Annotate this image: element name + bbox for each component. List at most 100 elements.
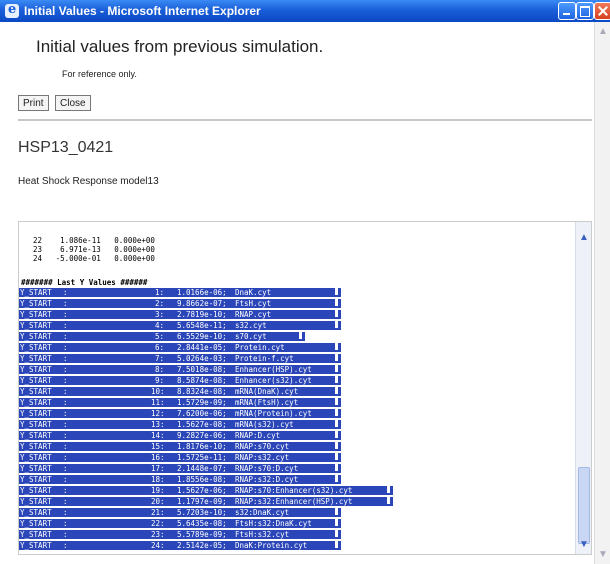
row-start: Y_START <box>20 310 52 319</box>
value-row[interactable]: Y_START: 11: 1.5729e-09; mRNA(FtsH).cyt <box>19 398 341 407</box>
panel-scrollbar[interactable]: ▲ ▼ <box>575 222 591 554</box>
row-start: Y_START <box>20 420 52 429</box>
row-val: 1.5627e-08; <box>177 420 227 429</box>
row-colon: : <box>63 332 68 341</box>
close-button[interactable]: Close <box>55 95 91 111</box>
row-name: RNAP:s70:Enhancer(s32).cyt <box>235 486 353 495</box>
internet-explorer-icon <box>5 2 19 18</box>
row-val: 7.5018e-08; <box>177 365 227 374</box>
row-end-marker <box>335 519 338 526</box>
row-start: Y_START <box>20 453 52 462</box>
value-row[interactable]: Y_START: 6: 2.8441e-05; Protein.cyt <box>19 343 341 352</box>
row-end-marker <box>335 508 338 515</box>
value-row[interactable]: Y_START: 4: 5.6548e-11; s32.cyt <box>19 321 341 330</box>
scroll-up-icon[interactable]: ▲ <box>598 26 608 37</box>
row-colon: : <box>63 365 68 374</box>
value-row[interactable]: Y_START: 19: 1.5627e-06; RNAP:s70:Enhancer(… <box>19 486 393 495</box>
row-name: RNAP:s32.cyt <box>235 453 290 462</box>
row-end-marker <box>335 409 338 416</box>
print-button[interactable]: Print <box>18 95 49 111</box>
row-val: 1.5627e-06; <box>177 486 227 495</box>
row-start: Y_START <box>20 541 52 550</box>
row-colon: : <box>63 475 68 484</box>
row-colon: : <box>63 398 68 407</box>
row-colon: : <box>63 299 68 308</box>
row-colon: : <box>63 321 68 330</box>
last-y-values-header: ####### Last Y Values ###### <box>21 278 148 287</box>
value-row[interactable]: Y_START: 1: 1.0166e-06; DnaK.cyt <box>19 288 341 297</box>
row-start: Y_START <box>20 486 52 495</box>
value-row[interactable]: Y_START: 24: 2.5142e-05; DnaK:Protein.cyt <box>19 541 341 550</box>
row-name: Protein-f.cyt <box>235 354 294 363</box>
row-idx: 9: <box>155 376 165 385</box>
row-name: RNAP:s32:Enhancer(HSP).cyt <box>235 497 353 506</box>
row-name: FtsH.cyt <box>235 299 272 308</box>
scroll-down-icon[interactable]: ▼ <box>598 549 608 560</box>
row-val: 1.5729e-09; <box>177 398 227 407</box>
row-val: 2.1448e-07; <box>177 464 227 473</box>
row-colon: : <box>63 453 68 462</box>
row-idx: 5: <box>155 332 165 341</box>
row-colon: : <box>63 409 68 418</box>
row-idx: 20: <box>151 497 165 506</box>
row-colon: : <box>63 541 68 550</box>
value-row[interactable]: Y_START: 9: 8.5874e-08; Enhancer(s32).cyt <box>19 376 341 385</box>
value-row[interactable]: Y_START: 7: 5.0264e-03; Protein-f.cyt <box>19 354 341 363</box>
row-val: 2.7819e-10; <box>177 310 227 319</box>
row-start: Y_START <box>20 354 52 363</box>
row-idx: 2: <box>155 299 165 308</box>
value-row[interactable]: Y_START: 14: 9.2827e-06; RNAP:D.cyt <box>19 431 341 440</box>
row-start: Y_START <box>20 332 52 341</box>
row-name: s70.cyt <box>235 332 267 341</box>
value-row[interactable]: Y_START: 8: 7.5018e-08; Enhancer(HSP).cyt <box>19 365 341 374</box>
row-idx: 23: <box>151 530 165 539</box>
value-row[interactable]: Y_START: 12: 7.6200e-06; mRNA(Protein).cyt <box>19 409 341 418</box>
row-end-marker <box>335 310 338 317</box>
reference-note: For reference only. <box>62 69 137 79</box>
value-row[interactable]: Y_START: 22: 5.6435e-08; FtsH:s32:DnaK.cyt <box>19 519 341 528</box>
row-start: Y_START <box>20 288 52 297</box>
row-end-marker <box>335 354 338 361</box>
row-idx: 19: <box>151 486 165 495</box>
page-scrollbar[interactable]: ▲ ▼ <box>594 22 610 564</box>
row-idx: 12: <box>151 409 165 418</box>
row-end-marker <box>335 376 338 383</box>
value-row[interactable]: Y_START: 10: 8.8324e-08; mRNA(DnaK).cyt <box>19 387 341 396</box>
scrollbar-thumb[interactable] <box>578 467 590 544</box>
scroll-down-icon[interactable]: ▼ <box>579 539 589 550</box>
row-colon: : <box>63 431 68 440</box>
row-idx: 18: <box>151 475 165 484</box>
prev-value-row: 23 6.971e-13 0.000e+00 <box>33 245 155 254</box>
row-idx: 17: <box>151 464 165 473</box>
minimize-button[interactable] <box>558 2 576 20</box>
row-start: Y_START <box>20 431 52 440</box>
values-panel[interactable]: 22 1.086e-11 0.000e+00 23 6.971e-13 0.00… <box>18 221 592 555</box>
scroll-up-icon[interactable]: ▲ <box>579 232 589 243</box>
row-name: s32.cyt <box>235 321 267 330</box>
value-row[interactable]: Y_START: 3: 2.7819e-10; RNAP.cyt <box>19 310 341 319</box>
value-row[interactable]: Y_START: 18: 1.8556e-08; RNAP:s32:D.cyt <box>19 475 341 484</box>
value-row[interactable]: Y_START: 15: 1.8176e-10; RNAP:s70.cyt <box>19 442 341 451</box>
value-row[interactable]: Y_START: 13: 1.5627e-08; mRNA(s32).cyt <box>19 420 341 429</box>
row-val: 8.5874e-08; <box>177 376 227 385</box>
value-row[interactable]: Y_START: 16: 1.5725e-11; RNAP:s32.cyt <box>19 453 341 462</box>
value-row[interactable]: Y_START: 21: 5.7203e-10; s32:DnaK.cyt <box>19 508 341 517</box>
row-colon: : <box>63 354 68 363</box>
browser-window: Initial Values - Microsoft Internet Expl… <box>0 0 610 564</box>
row-colon: : <box>63 486 68 495</box>
row-colon: : <box>63 519 68 528</box>
row-val: 1.0166e-06; <box>177 288 227 297</box>
value-row[interactable]: Y_START: 5: 6.5529e-10; s70.cyt <box>19 332 305 341</box>
row-colon: : <box>63 530 68 539</box>
row-end-marker <box>299 332 302 339</box>
value-row[interactable]: Y_START: 2: 9.8662e-07; FtsH.cyt <box>19 299 341 308</box>
row-idx: 24: <box>151 541 165 550</box>
value-row[interactable]: Y_START: 17: 2.1448e-07; RNAP:s70:D.cyt <box>19 464 341 473</box>
divider <box>18 119 592 121</box>
value-row[interactable]: Y_START: 20: 1.1797e-09; RNAP:s32:Enhancer(… <box>19 497 393 506</box>
row-colon: : <box>63 376 68 385</box>
row-start: Y_START <box>20 464 52 473</box>
maximize-button[interactable] <box>576 2 594 20</box>
value-row[interactable]: Y_START: 23: 5.5789e-09; FtsH:s32.cyt <box>19 530 341 539</box>
close-window-button[interactable] <box>594 2 610 20</box>
